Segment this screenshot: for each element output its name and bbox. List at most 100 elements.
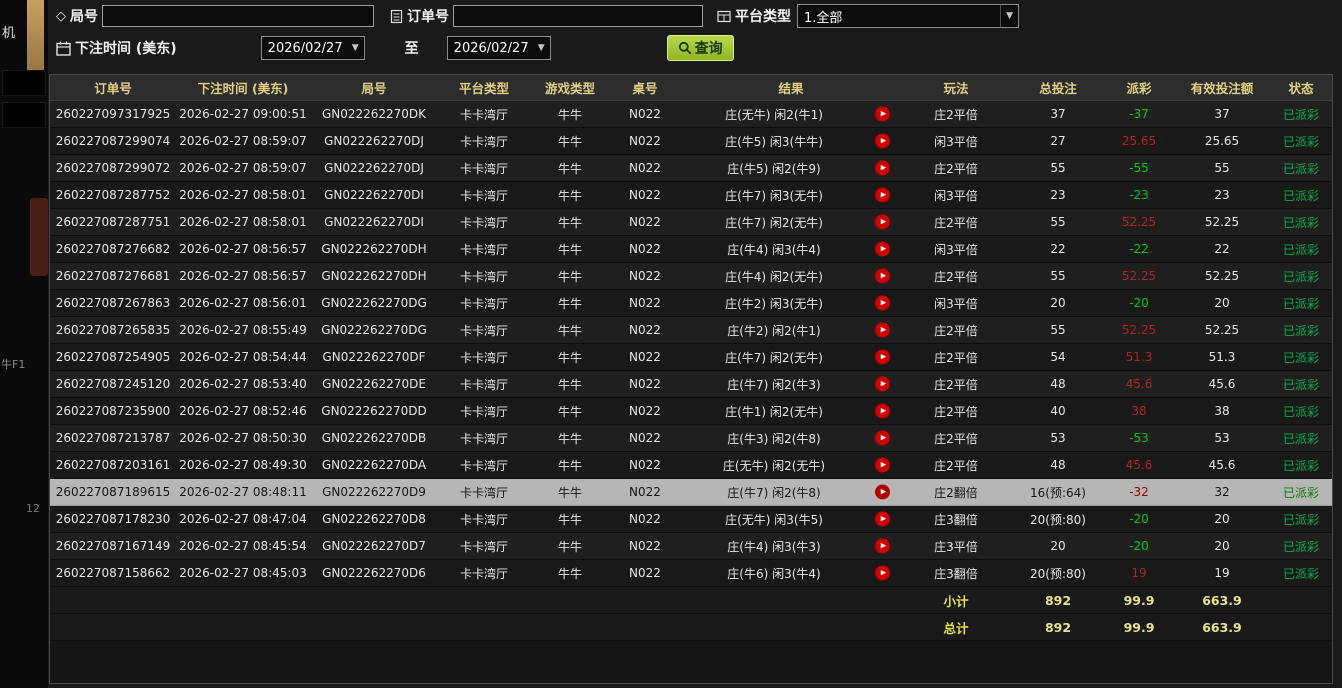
cell-order-no: 260227097317925 — [50, 107, 176, 121]
table-row[interactable]: 2602270872990722026-02-27 08:59:07GN0222… — [50, 155, 1332, 182]
table-row[interactable]: 2602270871782302026-02-27 08:47:04GN0222… — [50, 506, 1332, 533]
cell-platform-type: 卡卡湾厅 — [438, 160, 530, 177]
table-row[interactable]: 2602270872877522026-02-27 08:58:01GN0222… — [50, 182, 1332, 209]
cell-bet-time: 2026-02-27 08:53:40 — [176, 377, 310, 391]
cell-order-no: 260227087276682 — [50, 242, 176, 256]
replay-play-icon[interactable]: ▶ — [875, 539, 890, 554]
cell-play-type: 庄2平倍 — [902, 403, 1010, 420]
table-row[interactable]: 2602270973179252026-02-27 09:00:51GN0222… — [50, 101, 1332, 128]
replay-play-icon[interactable]: ▶ — [875, 161, 890, 176]
table-row[interactable]: 2602270872451202026-02-27 08:53:40GN0222… — [50, 371, 1332, 398]
cell-game-type: 牛牛 — [530, 430, 610, 447]
table-row[interactable]: 2602270872359002026-02-27 08:52:46GN0222… — [50, 398, 1332, 425]
table-row[interactable]: 2602270872658352026-02-27 08:55:49GN0222… — [50, 317, 1332, 344]
cell-game-type: 牛牛 — [530, 376, 610, 393]
table-row[interactable]: 2602270872766822026-02-27 08:56:57GN0222… — [50, 236, 1332, 263]
cell-table-no: N022 — [610, 485, 680, 499]
clipboard-icon — [390, 9, 403, 24]
round-input[interactable] — [102, 5, 374, 27]
chevron-down-icon: ▼ — [1000, 5, 1018, 27]
date-to-select[interactable]: 2026/02/27 ▼ — [447, 36, 551, 60]
cell-play-type: 庄2平倍 — [902, 160, 1010, 177]
cell-game-type: 牛牛 — [530, 160, 610, 177]
cell-status-badge: 已派彩 — [1272, 160, 1330, 177]
cell-table-no: N022 — [610, 188, 680, 202]
table-row[interactable]: 2602270872877512026-02-27 08:58:01GN0222… — [50, 209, 1332, 236]
result-text: 庄(牛4) 闲3(牛3) — [680, 538, 868, 555]
replay-play-icon[interactable]: ▶ — [875, 134, 890, 149]
replay-play-icon[interactable]: ▶ — [875, 566, 890, 581]
cell-status-badge: 已派彩 — [1272, 295, 1330, 312]
table-row[interactable]: 2602270871896152026-02-27 08:48:11GN0222… — [50, 479, 1332, 506]
cell-table-no: N022 — [610, 215, 680, 229]
diamond-icon: ◇ — [56, 9, 66, 24]
replay-play-icon[interactable]: ▶ — [875, 377, 890, 392]
cell-status-badge: 已派彩 — [1272, 538, 1330, 555]
cell-payout: -53 — [1106, 431, 1172, 445]
replay-play-icon[interactable]: ▶ — [875, 242, 890, 257]
cell-order-no: 260227087189615 — [50, 485, 176, 499]
replay-play-icon[interactable]: ▶ — [875, 296, 890, 311]
cell-status-badge: 已派彩 — [1272, 214, 1330, 231]
cell-bet-time: 2026-02-27 08:49:30 — [176, 458, 310, 472]
cell-play-type: 庄3平倍 — [902, 538, 1010, 555]
replay-play-icon[interactable]: ▶ — [875, 188, 890, 203]
calendar-icon — [56, 41, 71, 56]
cell-round-no: GN022262270DK — [310, 107, 438, 121]
table-row[interactable]: 2602270872031612026-02-27 08:49:30GN0222… — [50, 452, 1332, 479]
replay-play-icon[interactable]: ▶ — [875, 350, 890, 365]
table-row[interactable]: 2602270872990742026-02-27 08:59:07GN0222… — [50, 128, 1332, 155]
cell-status-badge: 已派彩 — [1272, 511, 1330, 528]
cell-table-no: N022 — [610, 269, 680, 283]
cell-round-no: GN022262270DI — [310, 188, 438, 202]
cell-bet-time: 2026-02-27 08:59:07 — [176, 161, 310, 175]
cell-valid-bet: 20 — [1172, 296, 1272, 310]
replay-play-icon[interactable]: ▶ — [875, 512, 890, 527]
cell-valid-bet: 45.6 — [1172, 458, 1272, 472]
table-header: 订单号下注时间 (美东)局号平台类型游戏类型桌号结果玩法总投注派彩有效投注额状态 — [50, 75, 1332, 101]
date-from-value: 2026/02/27 — [268, 41, 343, 56]
table-row[interactable]: 2602270871586622026-02-27 08:45:03GN0222… — [50, 560, 1332, 587]
table-body: 2602270973179252026-02-27 09:00:51GN0222… — [50, 101, 1332, 641]
replay-play-icon[interactable]: ▶ — [875, 458, 890, 473]
cell-bet-time: 2026-02-27 08:58:01 — [176, 215, 310, 229]
replay-play-icon[interactable]: ▶ — [875, 323, 890, 338]
query-button[interactable]: 查询 — [667, 35, 734, 61]
table-row[interactable]: 2602270872766812026-02-27 08:56:57GN0222… — [50, 263, 1332, 290]
replay-play-icon[interactable]: ▶ — [875, 269, 890, 284]
cell-play-type: 闲3平倍 — [902, 295, 1010, 312]
table-row[interactable]: 2602270872137872026-02-27 08:50:30GN0222… — [50, 425, 1332, 452]
cell-result: 庄(牛3) 闲2(牛8)▶ — [680, 430, 902, 447]
cell-game-type: 牛牛 — [530, 538, 610, 555]
cell-status-badge: 已派彩 — [1272, 322, 1330, 339]
cell-platform-type: 卡卡湾厅 — [438, 430, 530, 447]
table-row[interactable]: 2602270871671492026-02-27 08:45:54GN0222… — [50, 533, 1332, 560]
cell-total-bet: 20 — [1010, 539, 1106, 553]
cell-status-badge: 已派彩 — [1272, 376, 1330, 393]
replay-play-icon[interactable]: ▶ — [875, 107, 890, 122]
cell-platform-type: 卡卡湾厅 — [438, 106, 530, 123]
cell-order-no: 260227087299072 — [50, 161, 176, 175]
replay-play-icon[interactable]: ▶ — [875, 431, 890, 446]
column-header: 桌号 — [610, 78, 680, 97]
platform-select[interactable]: 1.全部 ▼ — [797, 4, 1019, 28]
cell-table-no: N022 — [610, 161, 680, 175]
column-header: 结果 — [680, 78, 902, 97]
cell-round-no: GN022262270DA — [310, 458, 438, 472]
cell-game-type: 牛牛 — [530, 322, 610, 339]
replay-play-icon[interactable]: ▶ — [875, 485, 890, 500]
chevron-down-icon: ▼ — [533, 37, 550, 59]
date-from-select[interactable]: 2026/02/27 ▼ — [261, 36, 365, 60]
cell-round-no: GN022262270D9 — [310, 485, 438, 499]
sidebar-button-fragment — [2, 70, 46, 96]
result-text: 庄(牛7) 闲2(牛3) — [680, 376, 868, 393]
table-row[interactable]: 2602270872549052026-02-27 08:54:44GN0222… — [50, 344, 1332, 371]
table-row[interactable]: 2602270872678632026-02-27 08:56:01GN0222… — [50, 290, 1332, 317]
replay-play-icon[interactable]: ▶ — [875, 215, 890, 230]
cell-platform-type: 卡卡湾厅 — [438, 322, 530, 339]
cell-valid-bet: 52.25 — [1172, 269, 1272, 283]
screen: 机 牛F1 12 ◇ 局号 订单号 — [0, 0, 1342, 688]
order-input[interactable] — [453, 5, 703, 27]
cell-table-no: N022 — [610, 539, 680, 553]
replay-play-icon[interactable]: ▶ — [875, 404, 890, 419]
